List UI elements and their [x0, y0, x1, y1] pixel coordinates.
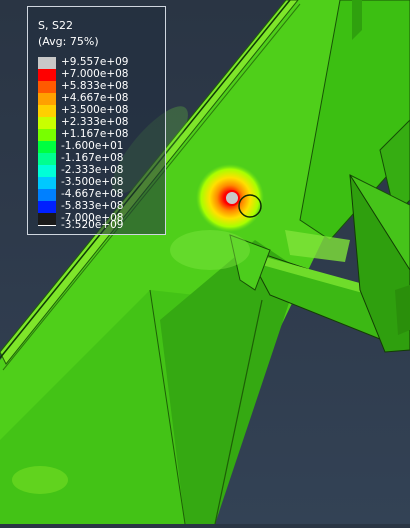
legend-value: +7.000e+08 [61, 68, 129, 80]
legend-value: -1.600e+01 [61, 140, 124, 152]
legend-swatch [38, 165, 56, 177]
legend-min-tick [38, 225, 56, 226]
legend-subtitle: (Avg: 75%) [38, 35, 99, 48]
stress-legend[interactable]: S, S22 (Avg: 75%) +9.557e+09 +7.000e+08 +5… [27, 6, 166, 235]
legend-value: +9.557e+09 [61, 56, 129, 68]
legend-swatch [38, 57, 56, 69]
legend-value: +2.333e+08 [61, 116, 129, 128]
legend-value: +5.833e+08 [61, 80, 129, 92]
legend-value: -3.500e+08 [61, 176, 124, 188]
legend-value: +1.167e+08 [61, 128, 129, 140]
legend-swatch [38, 213, 56, 225]
legend-swatch [38, 177, 56, 189]
legend-swatch [38, 201, 56, 213]
legend-swatch [38, 141, 56, 153]
legend-title: S, S22 [38, 19, 73, 32]
legend-swatch [38, 69, 56, 81]
legend-value: -2.333e+08 [61, 164, 124, 176]
legend-swatch [38, 81, 56, 93]
legend-swatch [38, 105, 56, 117]
legend-swatch [38, 117, 56, 129]
legend-swatch [38, 129, 56, 141]
legend-value: +4.667e+08 [61, 92, 129, 104]
legend-min-label: -3.520e+09 [61, 219, 124, 231]
legend-value: -1.167e+08 [61, 152, 124, 164]
legend-value: +3.500e+08 [61, 104, 129, 116]
legend-swatch [38, 153, 56, 165]
legend-swatch [38, 93, 56, 105]
legend-swatch [38, 189, 56, 201]
legend-value: -4.667e+08 [61, 188, 124, 200]
legend-value: -5.833e+08 [61, 200, 124, 212]
fea-viewport[interactable]: S, S22 (Avg: 75%) +9.557e+09 +7.000e+08 +5… [0, 0, 410, 525]
